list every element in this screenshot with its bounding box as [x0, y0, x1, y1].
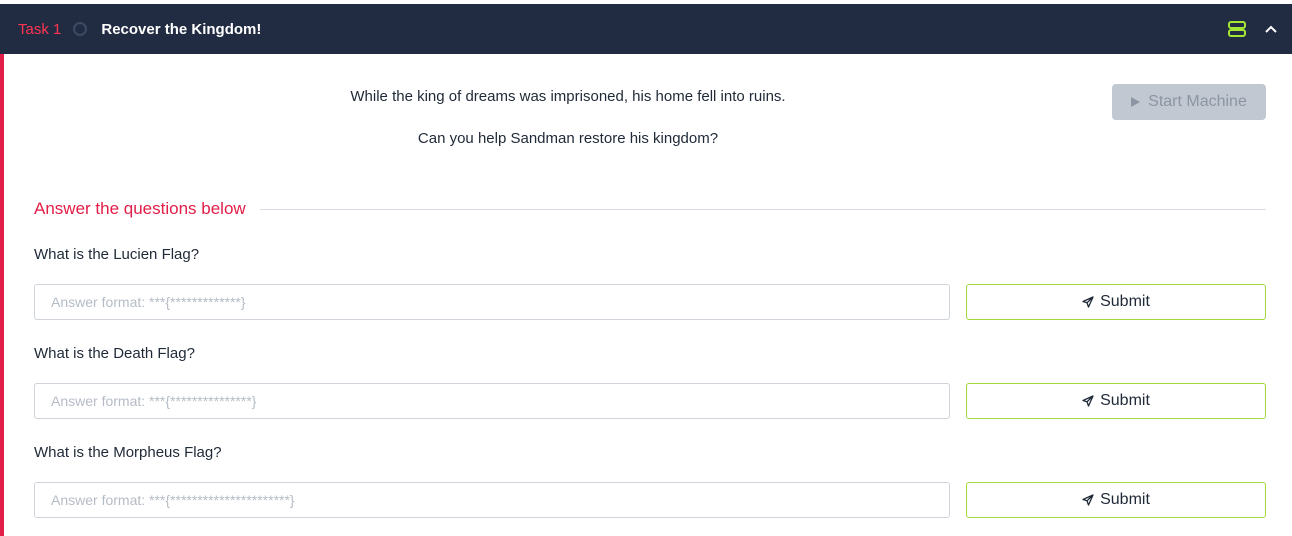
- submit-label: Submit: [1100, 293, 1150, 310]
- divider: [260, 209, 1266, 210]
- machine-icon[interactable]: [1228, 21, 1246, 37]
- task-title: Recover the Kingdom!: [101, 20, 262, 38]
- circle-status-icon: [73, 22, 88, 36]
- question-label: What is the Morpheus Flag?: [34, 444, 222, 461]
- intro-line-2: Can you help Sandman restore his kingdom…: [417, 130, 719, 147]
- submit-button[interactable]: Submit: [966, 284, 1266, 320]
- answer-input[interactable]: [34, 284, 950, 320]
- answer-input[interactable]: [34, 482, 950, 518]
- send-icon: [1082, 494, 1094, 506]
- submit-label: Submit: [1100, 491, 1150, 508]
- submit-button[interactable]: Submit: [966, 383, 1266, 419]
- task-number: Task 1: [18, 20, 62, 38]
- header-actions: [1228, 21, 1278, 37]
- intro-line-1: While the king of dreams was imprisoned,…: [350, 88, 786, 105]
- start-machine-button[interactable]: Start Machine: [1112, 84, 1266, 120]
- answer-input[interactable]: [34, 383, 950, 419]
- task-accent-bar: [0, 54, 4, 536]
- play-icon: [1131, 97, 1141, 107]
- submit-button[interactable]: Submit: [966, 482, 1266, 518]
- question-label: What is the Lucien Flag?: [34, 246, 200, 263]
- answers-heading: Answer the questions below: [34, 199, 246, 218]
- chevron-up-icon[interactable]: [1264, 24, 1278, 34]
- send-icon: [1082, 395, 1094, 407]
- start-machine-label: Start Machine: [1148, 93, 1247, 110]
- task-header[interactable]: Task 1 Recover the Kingdom!: [0, 4, 1292, 54]
- submit-label: Submit: [1100, 392, 1150, 409]
- question-label: What is the Death Flag?: [34, 345, 195, 362]
- task-body: While the king of dreams was imprisoned,…: [0, 54, 1292, 536]
- send-icon: [1082, 296, 1094, 308]
